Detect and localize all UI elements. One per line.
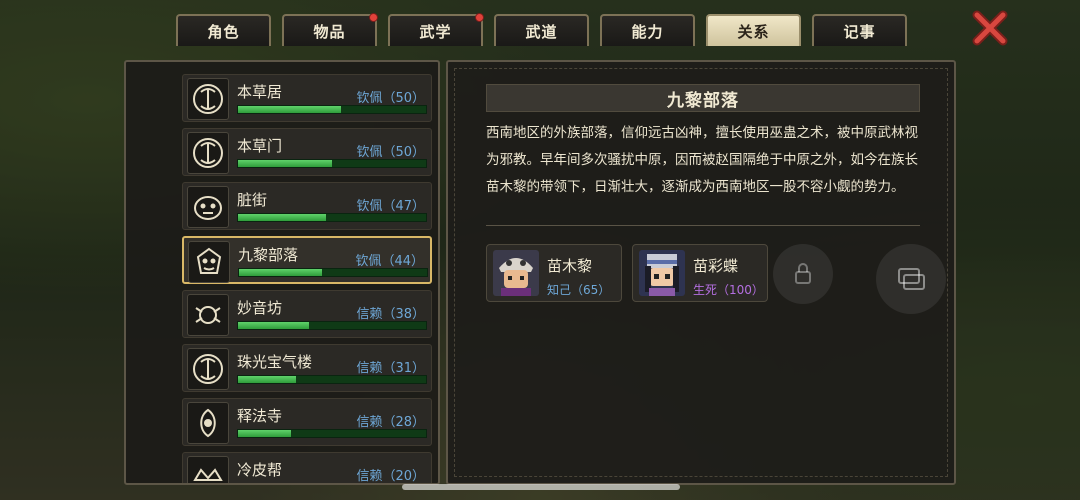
faction-item[interactable]: 妙音坊 信赖（38） xyxy=(182,290,432,338)
faction-emblem-icon xyxy=(187,132,229,174)
faction-item[interactable]: 本草居 钦佩（50） xyxy=(182,74,432,122)
member-relation: 生死（100） xyxy=(693,283,764,297)
window-switch-button[interactable] xyxy=(876,244,946,314)
faction-emblem-icon xyxy=(187,456,229,483)
notification-dot xyxy=(475,13,484,22)
tab-bar: 角色 物品 武学 武道 能力 关系 记事 xyxy=(176,13,907,46)
tab-label: 物品 xyxy=(313,22,346,41)
relation-bar xyxy=(238,268,428,277)
faction-emblem-icon xyxy=(187,78,229,120)
faction-status: 信赖（20） xyxy=(356,469,425,484)
tab-martial-arts[interactable]: 武学 xyxy=(388,13,484,46)
tab-items[interactable]: 物品 xyxy=(282,13,378,46)
faction-item-selected[interactable]: 九黎部落 钦佩（44） xyxy=(182,236,432,284)
faction-status: 信赖（38） xyxy=(356,307,425,322)
faction-name: 妙音坊 xyxy=(237,299,283,317)
faction-status: 钦佩（50） xyxy=(356,145,425,160)
faction-name: 本草门 xyxy=(237,137,283,155)
member-portrait xyxy=(639,250,685,296)
faction-emblem-icon xyxy=(187,186,229,228)
faction-title: 九黎部落 xyxy=(486,84,920,112)
faction-item[interactable]: 释法寺 信赖（28） xyxy=(182,398,432,446)
relation-bar xyxy=(237,159,427,168)
faction-item[interactable]: 本草门 钦佩（50） xyxy=(182,128,432,176)
tab-martial-way[interactable]: 武道 xyxy=(494,14,589,46)
faction-item[interactable]: 脏街 钦佩（47） xyxy=(182,182,432,230)
tab-label: 记事 xyxy=(843,22,876,41)
rotation-lock-button[interactable] xyxy=(773,244,833,304)
divider xyxy=(486,225,920,226)
member-card[interactable]: 苗木黎 知己（65） xyxy=(486,244,622,302)
member-portrait xyxy=(493,250,539,296)
member-name: 苗彩蝶 xyxy=(693,257,739,275)
faction-emblem-icon xyxy=(187,402,229,444)
tab-journal[interactable]: 记事 xyxy=(812,14,907,46)
relation-bar xyxy=(237,375,427,384)
faction-status: 信赖（31） xyxy=(356,361,425,376)
faction-status: 钦佩（47） xyxy=(356,199,425,214)
faction-list-panel[interactable]: 本草居 钦佩（50） 本草门 钦佩（50） 脏街 钦佩（47） 九黎部落 钦佩（… xyxy=(124,60,440,485)
tab-abilities[interactable]: 能力 xyxy=(600,14,695,46)
faction-name: 九黎部落 xyxy=(238,246,299,264)
tab-label: 关系 xyxy=(737,22,770,41)
home-indicator[interactable] xyxy=(402,484,680,490)
faction-emblem-icon xyxy=(188,241,230,283)
faction-name: 释法寺 xyxy=(237,407,283,425)
relation-bar xyxy=(237,321,427,330)
tab-label: 武学 xyxy=(419,22,452,41)
close-x-icon xyxy=(972,10,1008,46)
member-name: 苗木黎 xyxy=(547,257,593,275)
faction-description: 西南地区的外族部落，信仰远古凶神，擅长使用巫蛊之术，被中原武林视为邪教。早年间多… xyxy=(486,125,918,195)
screen-mirror-icon xyxy=(898,268,925,290)
relation-bar xyxy=(237,105,427,114)
faction-status: 钦佩（50） xyxy=(356,91,425,106)
member-relation: 知己（65） xyxy=(547,283,611,297)
faction-list: 本草居 钦佩（50） 本草门 钦佩（50） 脏街 钦佩（47） 九黎部落 钦佩（… xyxy=(182,74,432,485)
relation-bar xyxy=(237,213,427,222)
member-card[interactable]: 苗彩蝶 生死（100） xyxy=(632,244,768,302)
faction-status: 信赖（28） xyxy=(356,415,425,430)
faction-name: 冷皮帮 xyxy=(237,461,283,479)
tab-relations[interactable]: 关系 xyxy=(706,14,801,46)
close-button[interactable] xyxy=(970,8,1010,48)
faction-name: 珠光宝气楼 xyxy=(237,353,313,371)
tab-character[interactable]: 角色 xyxy=(176,14,271,46)
faction-item[interactable]: 冷皮帮 信赖（20） xyxy=(182,452,432,485)
notification-dot xyxy=(369,13,378,22)
tab-label: 角色 xyxy=(207,22,240,41)
faction-name: 本草居 xyxy=(237,83,283,101)
relation-bar xyxy=(237,483,427,485)
faction-status: 钦佩（44） xyxy=(355,254,424,269)
relation-bar xyxy=(237,429,427,438)
tab-label: 武道 xyxy=(525,22,558,41)
lock-icon xyxy=(795,263,811,284)
faction-emblem-icon xyxy=(187,294,229,336)
tab-label: 能力 xyxy=(631,22,664,41)
faction-item[interactable]: 珠光宝气楼 信赖（31） xyxy=(182,344,432,392)
faction-emblem-icon xyxy=(187,348,229,390)
faction-name: 脏街 xyxy=(237,191,268,209)
